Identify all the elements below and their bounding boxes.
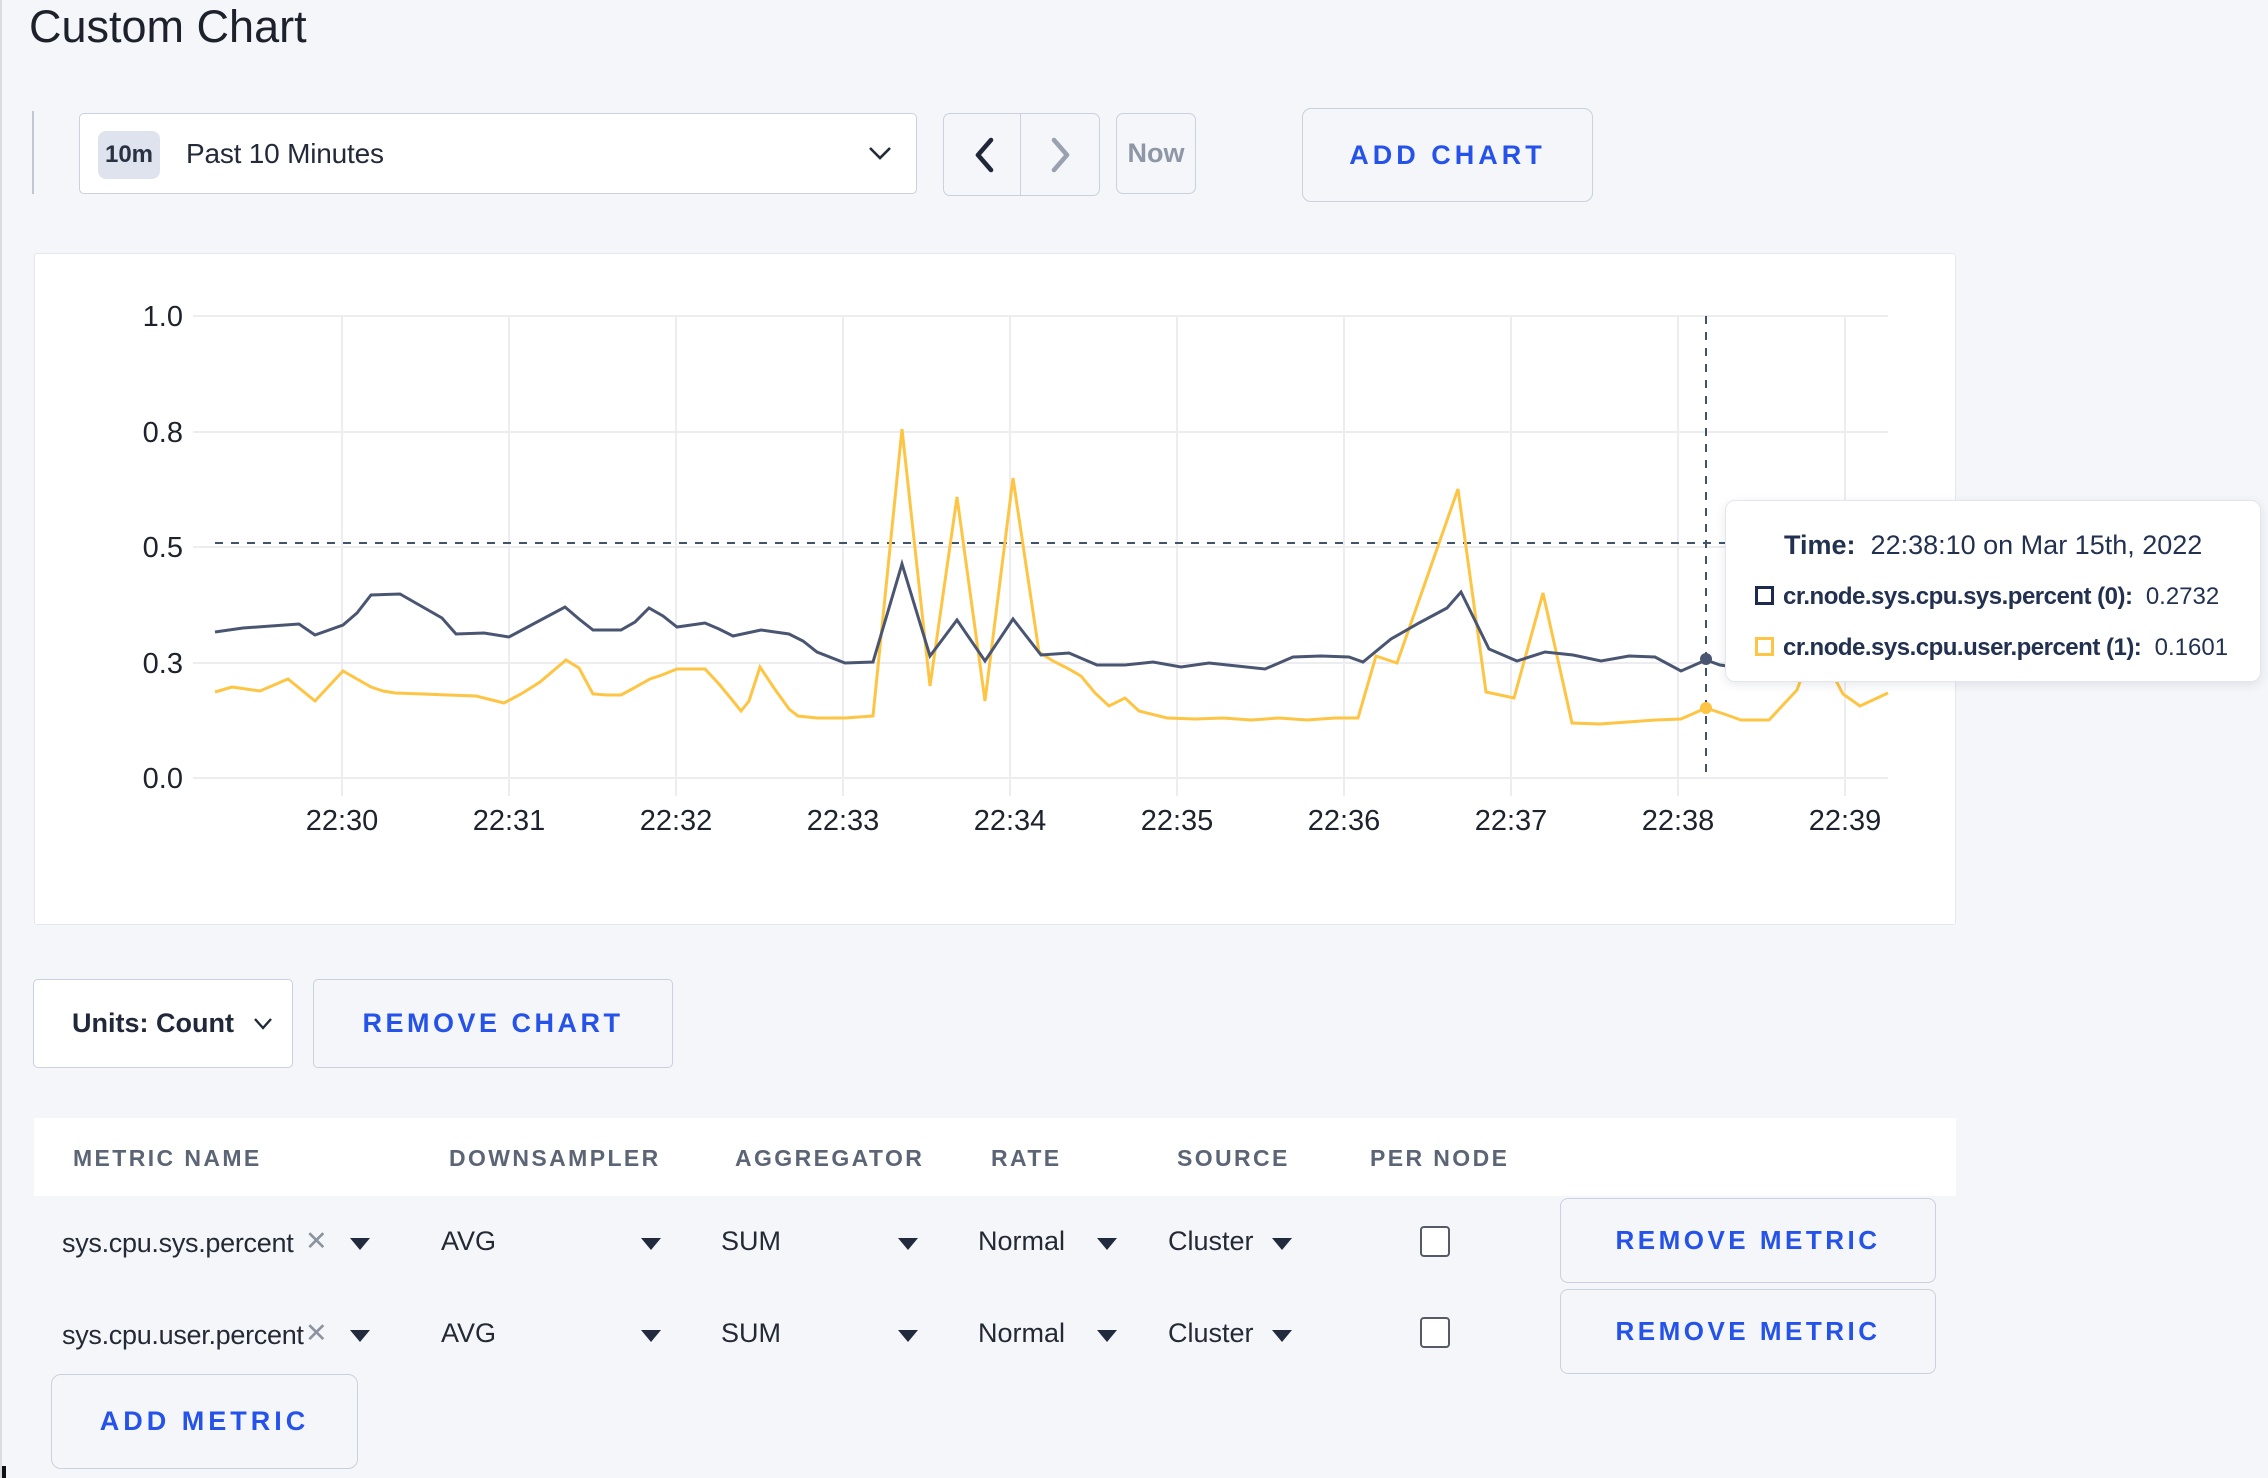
svg-text:22:31: 22:31 bbox=[473, 805, 546, 837]
svg-text:22:36: 22:36 bbox=[1308, 805, 1381, 837]
svg-text:1.0: 1.0 bbox=[143, 301, 183, 333]
svg-text:22:37: 22:37 bbox=[1475, 805, 1548, 837]
svg-text:22:30: 22:30 bbox=[306, 805, 379, 837]
svg-text:0.8: 0.8 bbox=[143, 417, 183, 449]
svg-text:0.5: 0.5 bbox=[143, 532, 183, 564]
svg-text:22:38: 22:38 bbox=[1642, 805, 1715, 837]
svg-text:22:32: 22:32 bbox=[640, 805, 713, 837]
svg-text:0.0: 0.0 bbox=[143, 763, 183, 795]
svg-text:22:39: 22:39 bbox=[1809, 805, 1882, 837]
svg-text:22:35: 22:35 bbox=[1141, 805, 1214, 837]
svg-text:0.3: 0.3 bbox=[143, 648, 183, 680]
svg-text:22:33: 22:33 bbox=[807, 805, 880, 837]
svg-text:22:34: 22:34 bbox=[974, 805, 1047, 837]
